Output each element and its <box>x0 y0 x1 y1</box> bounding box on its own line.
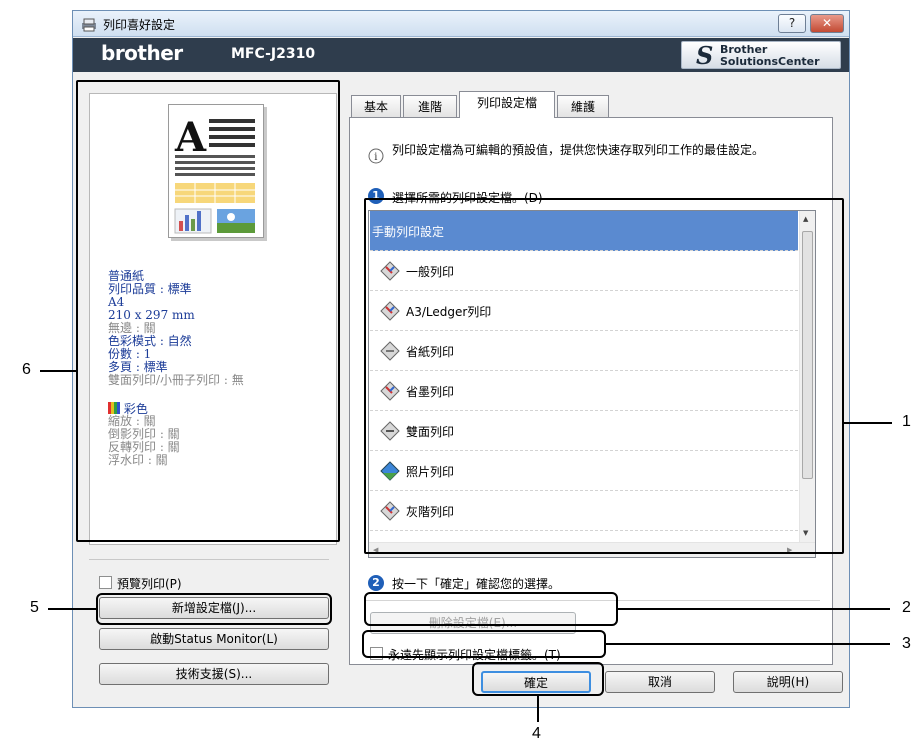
support-button[interactable]: 技術支援(S)... <box>99 663 329 685</box>
svg-text:i: i <box>374 152 377 163</box>
callout-line-6 <box>40 370 76 372</box>
printer-icon <box>82 18 96 32</box>
close-icon: ✕ <box>821 16 833 30</box>
callout-box-5 <box>96 593 332 625</box>
close-button[interactable]: ✕ <box>810 14 844 33</box>
callout-line-2 <box>618 608 890 610</box>
tab-maintenance[interactable]: 維護 <box>557 95 609 117</box>
callout-box-6 <box>76 80 340 542</box>
callout-line-1 <box>844 422 892 424</box>
cancel-button[interactable]: 取消 <box>605 671 715 693</box>
profiles-info-text: 列印設定檔為可編輯的預設值，提供您快速存取列印工作的最佳設定。 <box>392 143 765 157</box>
help-button[interactable]: 說明(H) <box>733 671 843 693</box>
callout-2: 2 <box>902 599 911 616</box>
callout-5: 5 <box>30 599 39 616</box>
callout-1: 1 <box>902 413 911 430</box>
info-icon: i <box>368 148 384 164</box>
brother-logo: brother <box>101 41 183 65</box>
tab-print-profiles[interactable]: 列印設定檔 <box>459 91 555 118</box>
callout-4: 4 <box>532 725 541 742</box>
solutions-center-button[interactable]: S Brother SolutionsCenter <box>681 41 841 70</box>
callout-box-3 <box>362 630 606 658</box>
callout-box-4 <box>472 662 604 696</box>
divider <box>89 559 329 560</box>
title-bar[interactable]: 列印喜好設定 ? ✕ <box>73 11 849 37</box>
callout-3: 3 <box>902 635 911 652</box>
step-2-icon: 2 <box>368 575 384 591</box>
callout-box-2 <box>364 592 618 626</box>
callout-line-3 <box>606 643 890 645</box>
brand-header: brother MFC-J2310 S Brother SolutionsCen… <box>73 38 849 72</box>
callout-line-4 <box>537 696 539 722</box>
tab-advanced[interactable]: 進階 <box>403 95 457 117</box>
window-title: 列印喜好設定 <box>103 18 176 32</box>
callout-box-1 <box>364 198 844 554</box>
preview-print-label: 預覽列印(P) <box>117 577 182 591</box>
model-name: MFC-J2310 <box>231 46 316 62</box>
tab-basic[interactable]: 基本 <box>351 95 401 117</box>
bsc-line2: SolutionsCenter <box>720 55 820 68</box>
step-2-label: 按一下「確定」確認您的選擇。 <box>392 577 561 591</box>
status-monitor-button[interactable]: 啟動Status Monitor(L) <box>99 628 329 650</box>
help-title-button[interactable]: ? <box>778 14 806 33</box>
callout-6: 6 <box>22 361 31 378</box>
preview-print-checkbox[interactable] <box>99 576 112 589</box>
help-icon: ? <box>788 16 796 30</box>
callout-line-5 <box>48 608 96 610</box>
solutions-center-icon: S <box>696 41 714 70</box>
